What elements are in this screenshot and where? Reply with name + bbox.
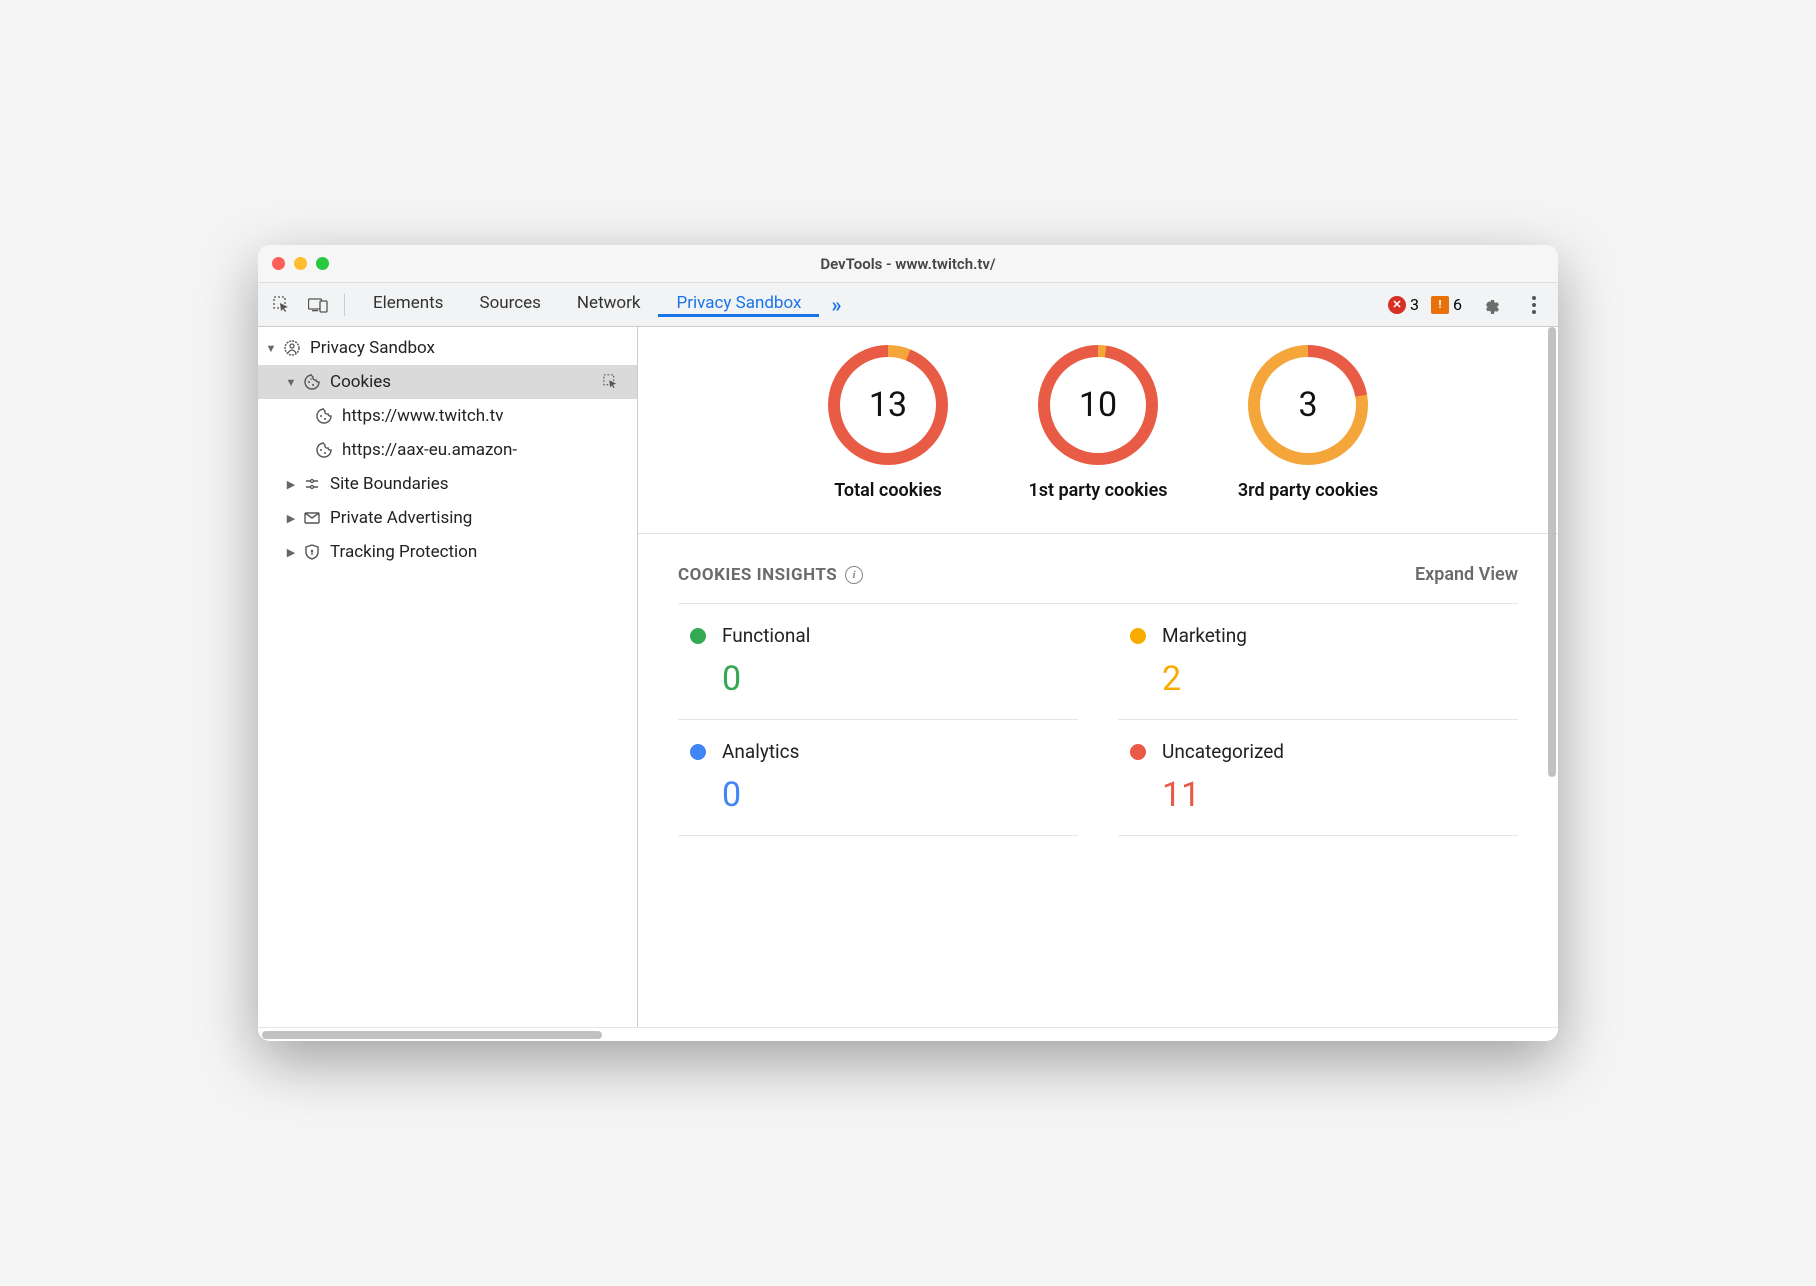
insight-value: 2 bbox=[1130, 659, 1506, 699]
tab-sources[interactable]: Sources bbox=[461, 293, 558, 317]
insight-value: 0 bbox=[690, 775, 1066, 815]
insight-value: 11 bbox=[1130, 775, 1506, 815]
close-window-button[interactable] bbox=[272, 257, 285, 270]
disclosure-triangle-icon: ▶ bbox=[284, 477, 298, 491]
inspect-icon bbox=[273, 296, 291, 314]
insight-label: Functional bbox=[722, 624, 810, 647]
more-tabs-button[interactable]: » bbox=[819, 293, 853, 317]
tab-elements[interactable]: Elements bbox=[355, 293, 461, 317]
insight-label: Uncategorized bbox=[1162, 740, 1284, 763]
disclosure-triangle-icon: ▼ bbox=[264, 341, 278, 355]
stat-first-party-cookies: 10 1st party cookies bbox=[1018, 345, 1178, 503]
error-icon: ✕ bbox=[1388, 296, 1406, 314]
stat-value: 13 bbox=[869, 385, 907, 425]
tree-item-tracking-protection[interactable]: ▶ Tracking Protection bbox=[258, 535, 637, 569]
tree-label: Site Boundaries bbox=[330, 474, 449, 494]
device-toolbar-button[interactable] bbox=[302, 289, 334, 321]
tree-root-privacy-sandbox[interactable]: ▼ Privacy Sandbox bbox=[258, 331, 637, 365]
devtools-window: DevTools - www.twitch.tv/ Elements S bbox=[258, 245, 1558, 1041]
tab-network[interactable]: Network bbox=[559, 293, 659, 317]
info-icon[interactable]: i bbox=[845, 566, 863, 584]
horizontal-scrollbar[interactable] bbox=[262, 1031, 602, 1039]
settings-button[interactable] bbox=[1474, 289, 1506, 321]
panel-tabs: Elements Sources Network Privacy Sandbox… bbox=[355, 293, 853, 317]
privacy-sandbox-icon bbox=[282, 338, 302, 358]
stat-total-cookies: 13 Total cookies bbox=[808, 345, 968, 503]
private-advertising-icon bbox=[302, 508, 322, 528]
cookie-icon bbox=[314, 440, 334, 460]
tree-label: Cookies bbox=[330, 372, 391, 392]
gear-icon bbox=[1480, 295, 1500, 315]
tree-label: https://aax-eu.amazon- bbox=[342, 440, 517, 460]
titlebar: DevTools - www.twitch.tv/ bbox=[258, 245, 1558, 283]
stat-label: 1st party cookies bbox=[1028, 479, 1167, 503]
insight-analytics[interactable]: Analytics 0 bbox=[678, 720, 1078, 836]
stat-value: 10 bbox=[1079, 385, 1117, 425]
expand-view-button[interactable]: Expand View bbox=[1415, 564, 1518, 585]
ring-chart-first: 10 bbox=[1038, 345, 1158, 465]
minimize-window-button[interactable] bbox=[294, 257, 307, 270]
device-icon bbox=[308, 297, 328, 313]
ring-chart-total: 13 bbox=[828, 345, 948, 465]
vertical-scrollbar[interactable] bbox=[1548, 327, 1556, 777]
tree-item-origin[interactable]: https://www.twitch.tv bbox=[258, 399, 637, 433]
cookie-icon bbox=[314, 406, 334, 426]
inspect-element-button[interactable] bbox=[266, 289, 298, 321]
insight-uncategorized[interactable]: Uncategorized 11 bbox=[1118, 720, 1518, 836]
tree-item-site-boundaries[interactable]: ▶ Site Boundaries bbox=[258, 467, 637, 501]
panel-body: ▼ Privacy Sandbox ▼ Cookies bbox=[258, 327, 1558, 1027]
toolbar-divider bbox=[344, 294, 345, 316]
cookie-icon bbox=[302, 372, 322, 392]
tab-privacy-sandbox[interactable]: Privacy Sandbox bbox=[658, 293, 819, 317]
main-panel: 13 Total cookies 10 1st party cookies 3 … bbox=[638, 327, 1558, 1027]
insight-value: 0 bbox=[690, 659, 1066, 699]
category-dot bbox=[1130, 744, 1146, 760]
stat-label: 3rd party cookies bbox=[1238, 479, 1378, 503]
tree-label: Private Advertising bbox=[330, 508, 472, 528]
ring-chart-third: 3 bbox=[1248, 345, 1368, 465]
category-dot bbox=[690, 744, 706, 760]
site-boundaries-icon bbox=[302, 474, 322, 494]
tree-label: Tracking Protection bbox=[330, 542, 477, 562]
error-count[interactable]: ✕ 3 bbox=[1388, 295, 1419, 314]
insight-label: Analytics bbox=[722, 740, 799, 763]
insight-functional[interactable]: Functional 0 bbox=[678, 604, 1078, 720]
devtools-toolbar: Elements Sources Network Privacy Sandbox… bbox=[258, 283, 1558, 327]
cookies-insights-section: COOKIES INSIGHTS i Expand View Functiona… bbox=[638, 534, 1558, 866]
window-title: DevTools - www.twitch.tv/ bbox=[258, 255, 1558, 273]
category-dot bbox=[1130, 628, 1146, 644]
error-count-value: 3 bbox=[1410, 295, 1419, 314]
horizontal-scrollbar-track bbox=[258, 1027, 1558, 1041]
stat-third-party-cookies: 3 3rd party cookies bbox=[1228, 345, 1388, 503]
insight-label: Marketing bbox=[1162, 624, 1247, 647]
warning-count-value: 6 bbox=[1453, 295, 1462, 314]
stat-label: Total cookies bbox=[834, 479, 942, 503]
traffic-lights bbox=[272, 257, 329, 270]
warning-icon: ! bbox=[1431, 296, 1449, 314]
tree-label: https://www.twitch.tv bbox=[342, 406, 503, 426]
kebab-icon bbox=[1532, 296, 1536, 314]
disclosure-triangle-icon: ▶ bbox=[284, 545, 298, 559]
insight-marketing[interactable]: Marketing 2 bbox=[1118, 604, 1518, 720]
disclosure-triangle-icon: ▶ bbox=[284, 511, 298, 525]
tree-item-private-advertising[interactable]: ▶ Private Advertising bbox=[258, 501, 637, 535]
tree-item-cookies[interactable]: ▼ Cookies bbox=[258, 365, 637, 399]
inspect-icon[interactable] bbox=[601, 372, 621, 392]
stat-value: 3 bbox=[1298, 385, 1317, 425]
tree-item-origin[interactable]: https://aax-eu.amazon- bbox=[258, 433, 637, 467]
insights-title: COOKIES INSIGHTS i bbox=[678, 565, 863, 585]
tracking-protection-icon bbox=[302, 542, 322, 562]
insights-grid: Functional 0 Marketing 2 bbox=[678, 603, 1518, 836]
tree-label: Privacy Sandbox bbox=[310, 338, 435, 358]
disclosure-triangle-icon: ▼ bbox=[284, 375, 298, 389]
category-dot bbox=[690, 628, 706, 644]
more-options-button[interactable] bbox=[1518, 289, 1550, 321]
zoom-window-button[interactable] bbox=[316, 257, 329, 270]
warning-count[interactable]: ! 6 bbox=[1431, 295, 1462, 314]
sidebar-tree: ▼ Privacy Sandbox ▼ Cookies bbox=[258, 327, 638, 1027]
cookie-stats-row: 13 Total cookies 10 1st party cookies 3 … bbox=[638, 327, 1558, 534]
